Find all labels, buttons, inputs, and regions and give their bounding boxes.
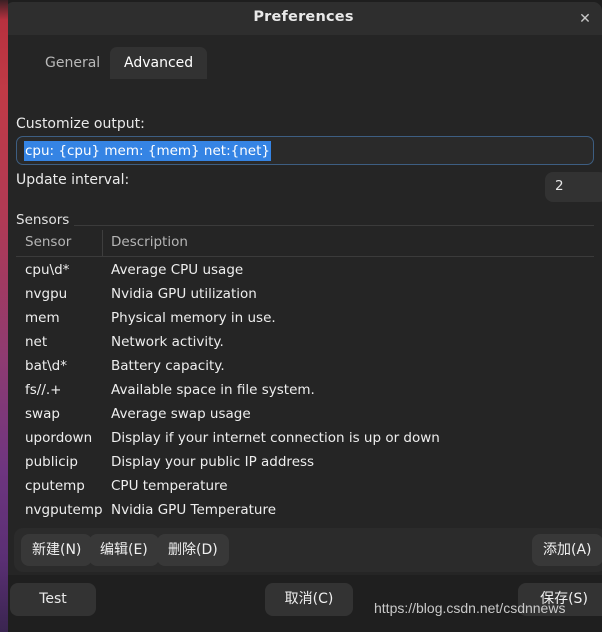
sensor-name-cell: publicip	[25, 454, 78, 470]
table-row[interactable]: cpu\d* Average CPU usage	[16, 260, 594, 284]
sensor-description-cell: Network activity.	[111, 334, 224, 350]
sensor-action-strip: 新建(N) 编辑(E) 删除(D) 添加(A)	[14, 528, 602, 572]
table-row[interactable]: upordown Display if your internet connect…	[16, 428, 594, 452]
add-sensor-button[interactable]: 添加(A)	[532, 534, 602, 566]
dialog-window: Preferences ✕ General Advanced Customize…	[5, 2, 602, 630]
table-row[interactable]: bat\d* Battery capacity.	[16, 356, 594, 380]
tab-bar: General Advanced	[14, 47, 594, 79]
sensor-description-cell: Display if your internet connection is u…	[111, 430, 440, 446]
customize-output-value: cpu: {cpu} mem: {mem} net:{net}	[24, 141, 271, 161]
sensor-name-cell: net	[25, 334, 47, 350]
customize-output-input[interactable]: cpu: {cpu} mem: {mem} net:{net}	[16, 136, 594, 165]
sensor-name-cell: mem	[25, 310, 60, 326]
sensor-description-cell: Available space in file system.	[111, 382, 315, 398]
sensors-frame-rule	[16, 225, 594, 226]
preferences-window: Preferences ✕ General Advanced Customize…	[0, 0, 602, 632]
delete-sensor-button[interactable]: 删除(D)	[157, 534, 229, 566]
sensor-name-cell: swap	[25, 406, 60, 422]
table-row[interactable]: mem Physical memory in use.	[16, 308, 594, 332]
new-sensor-button[interactable]: 新建(N)	[21, 534, 92, 566]
tab-general[interactable]: General	[31, 47, 114, 79]
test-button[interactable]: Test	[10, 583, 96, 616]
sensor-name-cell: bat\d*	[25, 358, 67, 374]
column-separator	[102, 230, 103, 256]
update-interval-spinner[interactable]: 2	[545, 172, 602, 202]
window-edge-gradient	[0, 0, 8, 632]
sensor-description-cell: Physical memory in use.	[111, 310, 276, 326]
sensors-row-list: cpu\d* Average CPU usage nvgpu Nvidia GPU u…	[16, 260, 594, 524]
sensor-description-cell: CPU temperature	[111, 478, 228, 494]
watermark: https://blog.csdn.net/csdnnews	[374, 600, 565, 616]
table-row[interactable]: net Network activity.	[16, 332, 594, 356]
sensor-name-cell: fs//.+	[25, 382, 62, 398]
sensor-name-cell: nvgputemp	[25, 502, 103, 518]
column-header-sensor[interactable]: Sensor	[25, 234, 71, 250]
titlebar: Preferences ✕	[5, 2, 602, 36]
sensor-description-cell: Battery capacity.	[111, 358, 225, 374]
window-title: Preferences	[5, 9, 602, 25]
sensor-description-cell: Nvidia GPU Temperature	[111, 502, 276, 518]
sensor-description-cell: Average CPU usage	[111, 262, 243, 278]
table-row[interactable]: swap Average swap usage	[16, 404, 594, 428]
update-interval-value: 2	[555, 178, 564, 194]
sensor-description-cell: Nvidia GPU utilization	[111, 286, 257, 302]
dialog-body: General Advanced Customize output: cpu: …	[5, 36, 602, 576]
table-row[interactable]: nvgpu Nvidia GPU utilization	[16, 284, 594, 308]
update-interval-label: Update interval:	[16, 172, 129, 188]
sensor-name-cell: cpu\d*	[25, 262, 69, 278]
sensor-description-cell: Display your public IP address	[111, 454, 314, 470]
sensors-table: Sensor Description cpu\d* Average CPU usa…	[16, 228, 594, 528]
sensors-frame-label: Sensors	[16, 212, 74, 228]
edit-sensor-button[interactable]: 编辑(E)	[89, 534, 159, 566]
sensor-name-cell: nvgpu	[25, 286, 67, 302]
sensor-name-cell: upordown	[25, 430, 92, 446]
table-row[interactable]: cputemp CPU temperature	[16, 476, 594, 500]
table-row[interactable]: fs//.+ Available space in file system.	[16, 380, 594, 404]
sensor-name-cell: cputemp	[25, 478, 85, 494]
sensor-description-cell: Average swap usage	[111, 406, 251, 422]
customize-output-label: Customize output:	[16, 116, 145, 132]
close-icon[interactable]: ✕	[574, 9, 596, 29]
column-header-description[interactable]: Description	[111, 234, 188, 250]
table-row[interactable]: publicip Display your public IP address	[16, 452, 594, 476]
tab-advanced[interactable]: Advanced	[110, 47, 207, 79]
header-rule	[16, 256, 594, 257]
cancel-button[interactable]: 取消(C)	[265, 583, 353, 616]
table-row[interactable]: nvgputemp Nvidia GPU Temperature	[16, 500, 594, 524]
